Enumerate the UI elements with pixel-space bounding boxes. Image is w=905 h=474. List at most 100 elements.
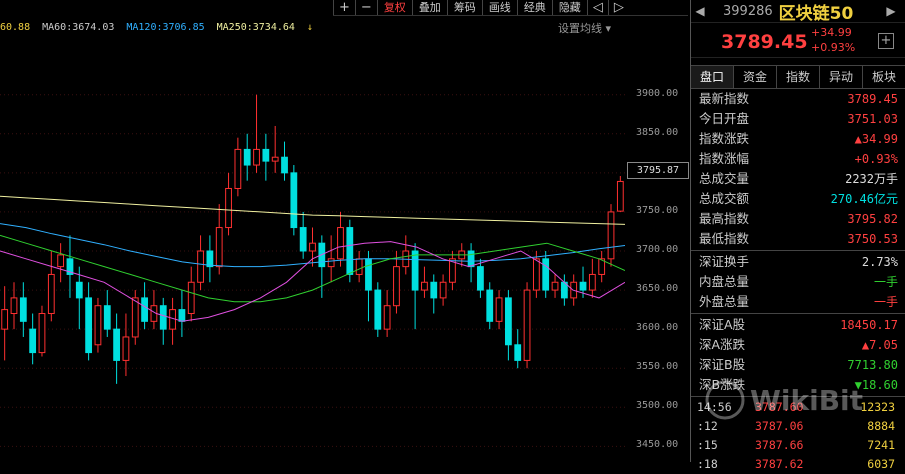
candle[interactable] [122, 313, 130, 377]
candle[interactable] [215, 204, 223, 275]
candle[interactable] [402, 235, 410, 275]
candle[interactable] [495, 290, 503, 330]
candle[interactable] [75, 266, 83, 330]
candle[interactable] [355, 251, 363, 283]
candle[interactable] [383, 290, 391, 337]
toolbar-button-0[interactable]: + [333, 0, 355, 15]
quote-label: 最高指数 [699, 211, 750, 226]
candle[interactable] [206, 235, 214, 283]
candle[interactable] [327, 235, 335, 283]
candle[interactable] [393, 251, 400, 314]
candle-body [495, 297, 503, 322]
tick-vol: 7241 [867, 438, 895, 452]
candle[interactable] [421, 266, 428, 298]
candle[interactable] [290, 165, 298, 236]
candle[interactable] [10, 282, 18, 330]
candle[interactable] [253, 94, 260, 173]
candle[interactable] [47, 251, 55, 322]
quote-row: 深证A股 18450.17 [691, 315, 905, 335]
candle[interactable] [225, 172, 232, 236]
candle[interactable] [616, 175, 624, 212]
toolbar-button-6[interactable]: 经典 [516, 0, 552, 15]
candle[interactable] [588, 258, 596, 298]
next-arrow-icon[interactable]: ▶ [882, 4, 900, 18]
toolbar-button-9[interactable]: ▷ [607, 0, 629, 15]
y-tick-label: 3450.00 [636, 439, 679, 451]
tab-2[interactable]: 指数 [777, 66, 820, 88]
candle[interactable] [374, 282, 382, 337]
add-watchlist-button[interactable]: + [878, 33, 894, 49]
candle[interactable] [449, 251, 456, 291]
candle[interactable] [197, 235, 204, 291]
candle[interactable] [1, 286, 9, 361]
tab-4[interactable]: 板块 [863, 66, 905, 88]
toolbar-button-8[interactable]: ◁ [586, 0, 608, 15]
candle[interactable] [169, 297, 176, 345]
candle[interactable] [505, 290, 512, 361]
candle[interactable] [281, 141, 288, 181]
candle[interactable] [477, 258, 484, 298]
candle[interactable] [486, 282, 494, 330]
candle[interactable] [103, 290, 111, 337]
candle[interactable] [38, 305, 46, 357]
candle[interactable] [19, 282, 27, 337]
candle[interactable] [243, 133, 251, 181]
candle[interactable] [598, 251, 606, 283]
candle[interactable] [85, 282, 93, 361]
candle[interactable] [365, 251, 372, 322]
quote-value: 18450.17 [840, 318, 898, 332]
candle[interactable] [523, 282, 531, 369]
candle[interactable] [560, 274, 568, 306]
candle[interactable] [29, 313, 37, 365]
candle[interactable] [131, 290, 139, 345]
candle[interactable] [57, 243, 65, 283]
toolbar-button-7[interactable]: 隐藏 [551, 0, 587, 15]
candle[interactable] [430, 274, 438, 314]
toolbar-button-1[interactable]: − [354, 0, 377, 15]
candle[interactable] [66, 235, 74, 298]
candle[interactable] [439, 274, 447, 306]
candle[interactable] [262, 133, 270, 181]
toolbar-button-4[interactable]: 筹码 [446, 0, 482, 15]
candle[interactable] [234, 137, 242, 197]
candle[interactable] [150, 290, 158, 330]
candle[interactable] [178, 290, 186, 337]
candlestick-chart[interactable] [0, 0, 625, 462]
candle[interactable] [337, 211, 344, 267]
candle-body [327, 258, 335, 268]
tab-1[interactable]: 资金 [734, 66, 777, 88]
y-tick-label: 3600.00 [636, 322, 679, 334]
toolbar-button-5[interactable]: 画线 [481, 0, 517, 15]
candle[interactable] [271, 125, 279, 173]
candle[interactable] [532, 251, 540, 298]
quote-row: 最新指数 3789.45 [691, 89, 905, 109]
toolbar-button-2[interactable]: 复权 [376, 0, 412, 15]
ma-settings-button[interactable]: 设置均线 ▾ [558, 20, 611, 36]
candle[interactable] [159, 297, 167, 345]
candle[interactable] [542, 251, 550, 298]
candle-body [215, 227, 223, 268]
tick-price: 3787.62 [755, 457, 804, 471]
quote-value: 2.73% [861, 255, 898, 269]
candle[interactable] [607, 204, 615, 267]
index-name: 区块链50 [778, 3, 854, 24]
candle[interactable] [299, 211, 307, 259]
candle[interactable] [318, 235, 326, 298]
candle[interactable] [467, 243, 475, 283]
candle[interactable] [551, 274, 559, 298]
candle[interactable] [514, 329, 522, 369]
toolbar-button-3[interactable]: 叠加 [411, 0, 447, 15]
candle[interactable] [113, 313, 120, 384]
candle[interactable] [411, 243, 419, 330]
tab-3[interactable]: 异动 [820, 66, 863, 88]
candle-body [486, 289, 494, 322]
tab-0[interactable]: 盘口 [691, 66, 734, 88]
candle[interactable] [94, 297, 102, 353]
candle-body [290, 172, 298, 229]
candle[interactable] [187, 266, 195, 322]
candle-body [588, 273, 596, 291]
tick-price: 3787.60 [755, 400, 804, 414]
prev-arrow-icon[interactable]: ◀ [691, 4, 709, 18]
candle-body [505, 297, 512, 346]
tick-row: :12 3787.06 8884 [691, 417, 905, 436]
